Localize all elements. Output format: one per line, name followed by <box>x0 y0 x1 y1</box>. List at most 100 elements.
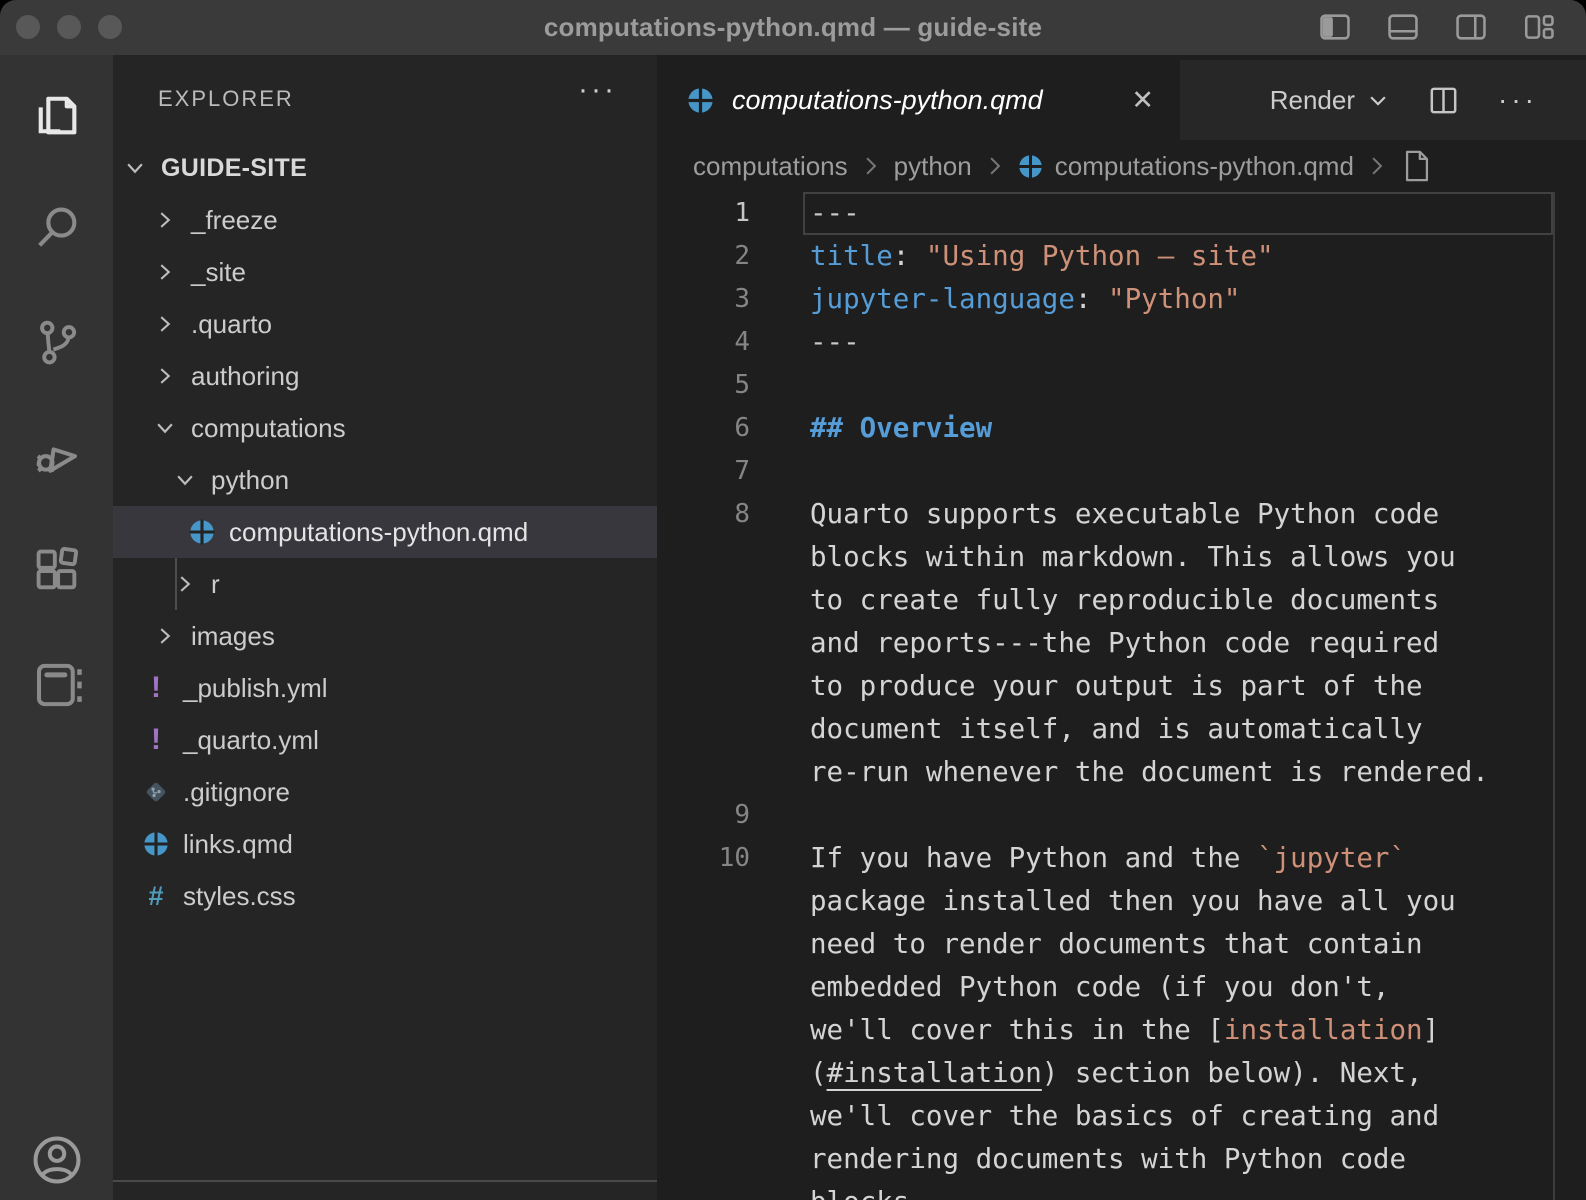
tree-folder-authoring[interactable]: authoring <box>113 350 657 402</box>
tree-item-label: authoring <box>191 361 299 392</box>
run-and-debug-icon[interactable] <box>0 405 113 505</box>
code-line-row[interactable]: 3jupyter-language: "Python" <box>657 278 1586 321</box>
tree-file-_quarto.yml[interactable]: !_quarto.yml <box>113 714 657 766</box>
git-file-icon <box>143 779 169 805</box>
tree-folder-.quarto[interactable]: .quarto <box>113 298 657 350</box>
tree-folder-_site[interactable]: _site <box>113 246 657 298</box>
code-line-row[interactable]: and reports---the Python code required <box>657 622 1586 665</box>
tree-folder-r[interactable]: r <box>113 558 657 610</box>
customize-layout-icon[interactable] <box>1520 8 1558 46</box>
code-line-row[interactable]: re-run whenever the document is rendered… <box>657 751 1586 794</box>
explorer-sidebar: EXPLORER ··· GUIDE-SITE_freeze_site .quar… <box>113 55 657 1200</box>
code-line-row[interactable]: we'll cover this in the [installation] <box>657 1009 1586 1052</box>
line-number: 3 <box>657 278 750 321</box>
explorer-icon[interactable] <box>0 65 113 165</box>
tree-file-styles.css[interactable]: #styles.css <box>113 870 657 922</box>
code-line-row[interactable]: 6## Overview <box>657 407 1586 450</box>
code-line-row[interactable]: 2title: "Using Python – site" <box>657 235 1586 278</box>
chevron-down-icon <box>153 416 177 440</box>
toggle-primary-sidebar-icon[interactable] <box>1316 8 1354 46</box>
quarto-file-icon <box>687 87 714 114</box>
line-number: 8 <box>657 493 750 536</box>
tab-computations-python[interactable]: computations-python.qmd ✕ <box>657 60 1180 140</box>
render-button[interactable]: Render <box>1270 85 1389 116</box>
line-number <box>657 708 750 751</box>
chevron-down-icon <box>1367 89 1389 111</box>
breadcrumb-folder[interactable]: python <box>894 151 972 182</box>
chevron-right-icon <box>153 364 177 388</box>
chevron-right-icon <box>1368 153 1386 179</box>
code-line-content: re-run whenever the document is rendered… <box>803 751 1553 794</box>
account-icon[interactable] <box>0 1110 113 1200</box>
toggle-panel-icon[interactable] <box>1384 8 1422 46</box>
tree-folder-python[interactable]: python <box>113 454 657 506</box>
code-line-content: Quarto supports executable Python code <box>803 493 1553 536</box>
outline-label: OUTLINE <box>167 1195 275 1200</box>
code-line-content: blocks within markdown. This allows you <box>803 536 1553 579</box>
code-line-row[interactable]: 4--- <box>657 321 1586 364</box>
code-line-row[interactable]: document itself, and is automatically <box>657 708 1586 751</box>
code-token-key: title <box>810 240 893 272</box>
code-line-row[interactable]: 7 <box>657 450 1586 493</box>
code-token-text: we'll cover the basics of creating and <box>810 1100 1439 1132</box>
tree-item-label: .gitignore <box>183 777 290 808</box>
split-editor-icon[interactable] <box>1427 84 1460 117</box>
code-line-row[interactable]: 8 Quarto supports executable Python code <box>657 493 1586 536</box>
sidebar-more-actions[interactable]: ··· <box>578 73 617 107</box>
outline-section: OUTLINE <box>113 1180 657 1200</box>
code-line-row[interactable]: need to render documents that contain <box>657 923 1586 966</box>
code-line-row[interactable]: blocks within markdown. This allows you <box>657 536 1586 579</box>
tree-file-computations-python.qmd[interactable]: computations-python.qmd <box>113 506 657 558</box>
code-token-text: package installed then you have all you <box>810 885 1456 917</box>
code-token-pun: : <box>1075 283 1108 315</box>
tree-folder-computations[interactable]: computations <box>113 402 657 454</box>
tree-folder-_freeze[interactable]: _freeze <box>113 194 657 246</box>
code-line-row[interactable]: rendering documents with Python code <box>657 1138 1586 1181</box>
code-line-content <box>803 450 1553 493</box>
code-line-row[interactable]: 10If you have Python and the `jupyter` <box>657 837 1586 880</box>
tab-close-icon[interactable]: ✕ <box>1131 85 1154 116</box>
tree-file-_publish.yml[interactable]: !_publish.yml <box>113 662 657 714</box>
line-number <box>657 1052 750 1095</box>
breadcrumb-folder[interactable]: computations <box>693 151 848 182</box>
code-token-text: Quarto supports executable Python code <box>810 498 1439 530</box>
code-token-text: document itself, and is automatically <box>810 713 1423 745</box>
line-number <box>657 1138 750 1181</box>
code-token-text: to produce your output is part of the <box>810 670 1423 702</box>
tree-file-links.qmd[interactable]: links.qmd <box>113 818 657 870</box>
code-line-row[interactable]: embedded Python code (if you don't, <box>657 966 1586 1009</box>
extensions-icon[interactable] <box>0 520 113 620</box>
yml-file-icon: ! <box>143 675 169 701</box>
code-line-row[interactable]: we'll cover the basics of creating and <box>657 1095 1586 1138</box>
chevron-right-icon <box>862 153 880 179</box>
line-number: 10 <box>657 837 750 880</box>
overview-ruler-border <box>1553 192 1555 1200</box>
notebook-icon[interactable] <box>0 635 113 735</box>
toggle-secondary-sidebar-icon[interactable] <box>1452 8 1490 46</box>
code-area[interactable]: 1---2title: "Using Python – site"3jupyte… <box>657 192 1586 1200</box>
search-icon[interactable] <box>0 178 113 278</box>
line-number <box>657 622 750 665</box>
tree-folder-images[interactable]: images <box>113 610 657 662</box>
code-line-content: package installed then you have all you <box>803 880 1553 923</box>
tree-item-label: .quarto <box>191 309 272 340</box>
outline-header[interactable]: OUTLINE <box>113 1182 657 1200</box>
code-line-row[interactable]: 5 <box>657 364 1586 407</box>
code-line-row[interactable]: to create fully reproducible documents <box>657 579 1586 622</box>
code-line-row[interactable]: 9 <box>657 794 1586 837</box>
code-line-row[interactable]: to produce your output is part of the <box>657 665 1586 708</box>
sidebar-header: EXPLORER ··· <box>113 55 657 142</box>
code-line-row[interactable]: 1--- <box>657 192 1586 235</box>
tree-file-GUIDE-SITE[interactable]: GUIDE-SITE <box>113 142 657 194</box>
tree-item-label: styles.css <box>183 881 296 912</box>
code-line-row[interactable]: (#installation) section below). Next, <box>657 1052 1586 1095</box>
code-line-row[interactable]: blocks. <box>657 1181 1586 1200</box>
code-line-row[interactable]: package installed then you have all you <box>657 880 1586 923</box>
breadcrumb-file[interactable]: computations-python.qmd <box>1055 151 1354 182</box>
code-token-text: blocks. <box>810 1186 926 1200</box>
code-token-text: ] <box>1423 1014 1440 1046</box>
more-actions-icon[interactable]: ··· <box>1498 84 1538 116</box>
source-control-icon[interactable] <box>0 292 113 392</box>
code-line-content: need to render documents that contain <box>803 923 1553 966</box>
tree-file-.gitignore[interactable]: .gitignore <box>113 766 657 818</box>
